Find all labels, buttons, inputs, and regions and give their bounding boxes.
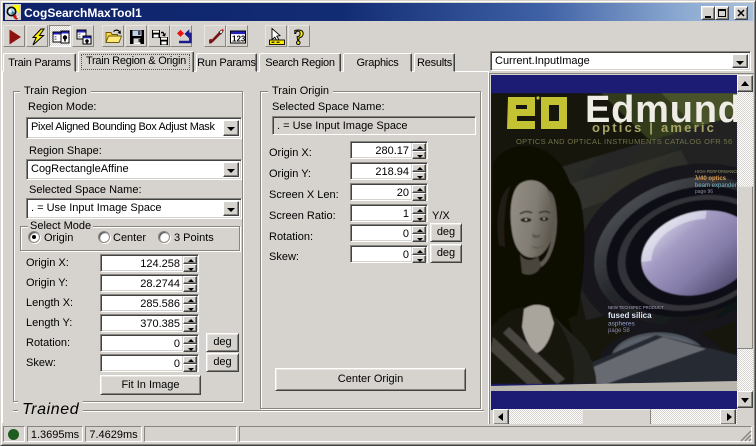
svg-text:?: ? <box>294 27 305 47</box>
svg-text:NEW TECHSPEC PRODUCT: NEW TECHSPEC PRODUCT <box>608 305 664 310</box>
svg-text:λ/40 optics: λ/40 optics <box>695 176 727 182</box>
svg-text:aspheres: aspheres <box>608 321 635 328</box>
svg-text:fused silica: fused silica <box>608 311 652 320</box>
svg-text:page 96: page 96 <box>695 189 713 195</box>
svg-text:OPTICS AND OPTICAL INSTRUMENTS: OPTICS AND OPTICAL INSTRUMENTS CATALOG O… <box>516 137 732 146</box>
svg-text:optics | americ: optics | americ <box>592 120 716 135</box>
svg-text:HIGH PERFORMANCE: HIGH PERFORMANCE <box>695 169 737 174</box>
svg-text:page 58: page 58 <box>608 328 630 334</box>
svg-text:123: 123 <box>232 35 246 44</box>
